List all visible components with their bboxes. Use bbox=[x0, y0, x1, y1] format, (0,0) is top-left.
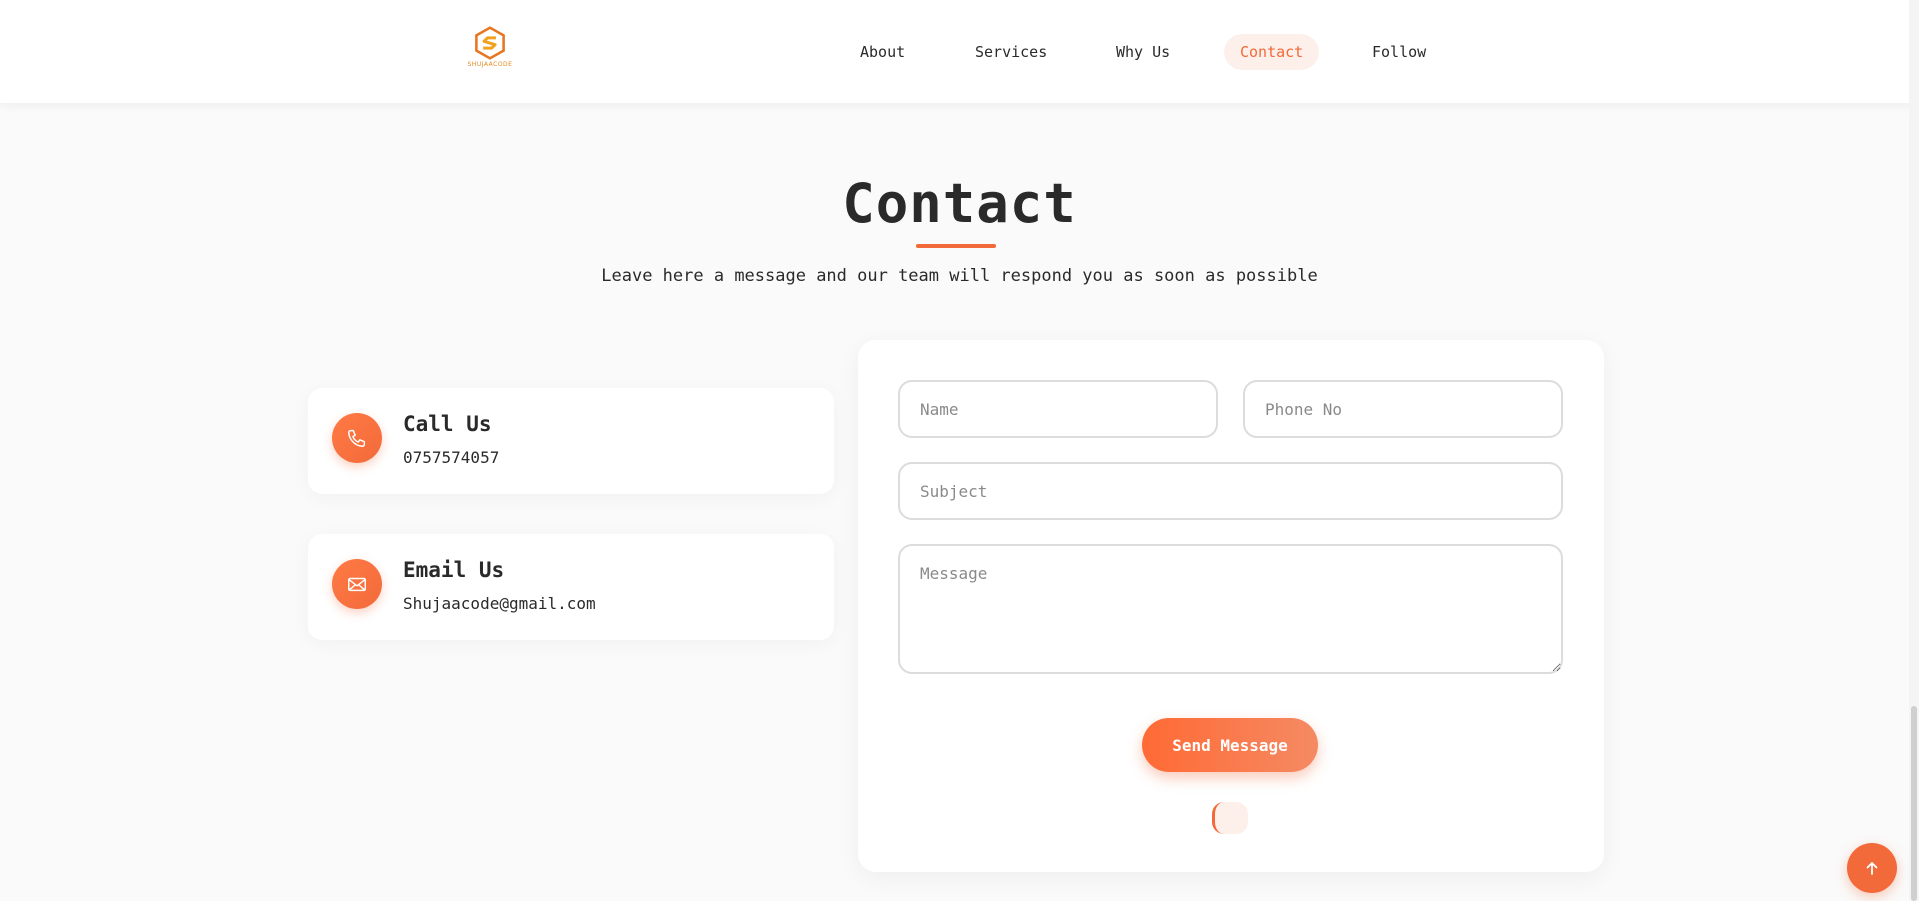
contact-form: Send Message bbox=[858, 340, 1604, 872]
nav-item-why-us[interactable]: Why Us bbox=[1100, 34, 1186, 70]
phone-icon bbox=[332, 413, 382, 463]
nav-item-about[interactable]: About bbox=[844, 34, 921, 70]
scrollbar-thumb[interactable] bbox=[1911, 706, 1917, 901]
loading-indicator bbox=[1212, 802, 1248, 834]
logo-icon bbox=[475, 26, 505, 60]
logo[interactable]: SHUJAACODE bbox=[464, 26, 516, 72]
email-us-title: Email Us bbox=[403, 558, 505, 582]
name-input[interactable] bbox=[898, 380, 1218, 438]
call-us-card: Call Us 0757574057 bbox=[308, 388, 834, 494]
section-subtitle: Leave here a message and our team will r… bbox=[601, 266, 1318, 286]
call-us-title: Call Us bbox=[403, 412, 492, 436]
nav-item-follow[interactable]: Follow bbox=[1356, 34, 1442, 70]
arrow-up-icon bbox=[1866, 862, 1878, 875]
phone-input[interactable] bbox=[1243, 380, 1563, 438]
title-underline bbox=[916, 244, 996, 248]
back-to-top-button[interactable] bbox=[1847, 843, 1897, 893]
nav-item-contact[interactable]: Contact bbox=[1224, 34, 1320, 70]
subject-input[interactable] bbox=[898, 462, 1563, 520]
section-title: Contact bbox=[842, 172, 1077, 235]
email-us-card: Email Us Shujaacode@gmail.com bbox=[308, 534, 834, 640]
page-scrollbar[interactable] bbox=[1909, 0, 1919, 901]
message-textarea[interactable] bbox=[898, 544, 1563, 674]
phone-number[interactable]: 0757574057 bbox=[403, 448, 499, 467]
send-message-button[interactable]: Send Message bbox=[1142, 718, 1318, 772]
logo-wordmark: SHUJAACODE bbox=[467, 61, 513, 68]
envelope-icon bbox=[332, 559, 382, 609]
site-header: SHUJAACODE About Services Why Us Contact… bbox=[0, 0, 1919, 103]
email-address[interactable]: Shujaacode@gmail.com bbox=[403, 594, 596, 613]
nav-item-services[interactable]: Services bbox=[959, 34, 1063, 70]
